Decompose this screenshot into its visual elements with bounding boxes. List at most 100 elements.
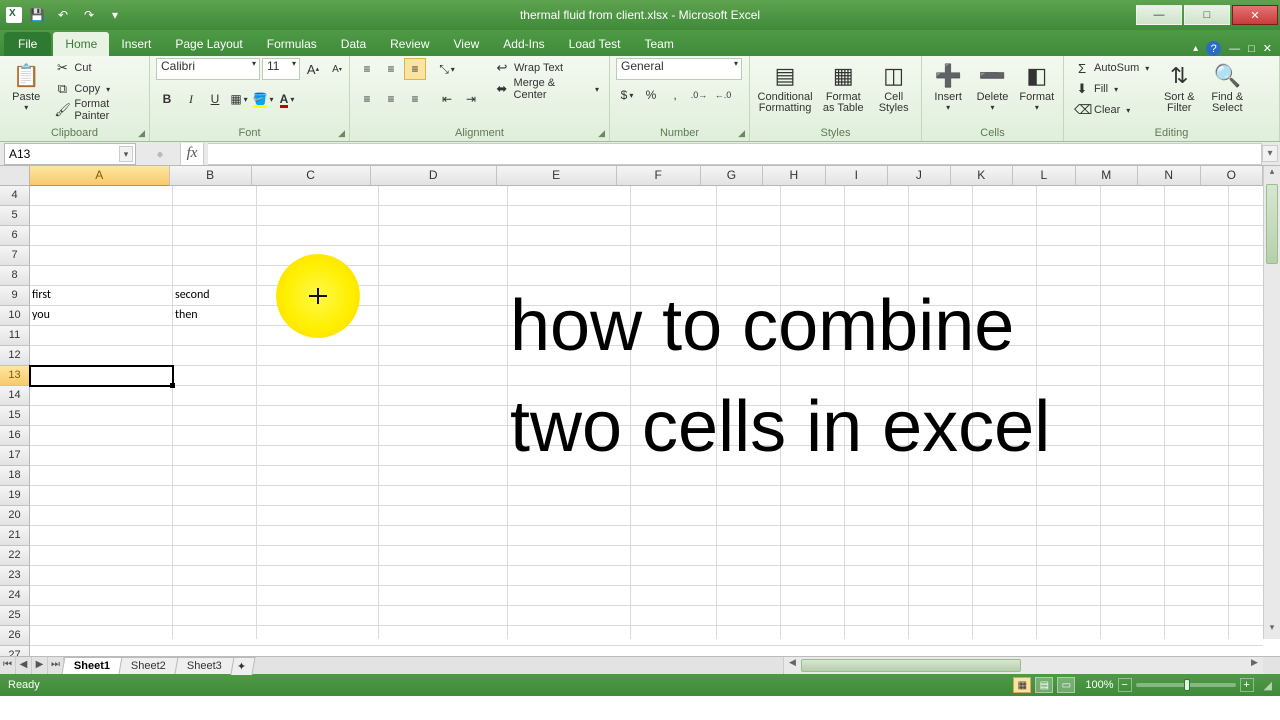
sheet-nav-first[interactable]: ⏮ bbox=[0, 657, 16, 674]
cut-button[interactable]: ✂Cut bbox=[50, 58, 143, 78]
sheet-nav-next[interactable]: ▶ bbox=[32, 657, 48, 674]
wrap-text-button[interactable]: ↩Wrap Text bbox=[490, 58, 603, 78]
row-header-17[interactable]: 17 bbox=[0, 446, 30, 466]
maximize-button[interactable]: □ bbox=[1184, 5, 1230, 25]
orientation-button[interactable]: ⤡ bbox=[436, 58, 458, 80]
sheet-tab-2[interactable]: Sheet2 bbox=[119, 657, 179, 674]
increase-decimal-button[interactable]: .0→ bbox=[688, 84, 710, 106]
format-as-table-button[interactable]: ▦Format as Table bbox=[818, 58, 868, 114]
row-header-26[interactable]: 26 bbox=[0, 626, 30, 646]
align-left-button[interactable]: ≡ bbox=[356, 88, 378, 110]
align-top-button[interactable]: ≡ bbox=[356, 58, 378, 80]
row-header-4[interactable]: 4 bbox=[0, 186, 30, 206]
resize-grip-icon[interactable]: ◢ bbox=[1264, 679, 1272, 692]
merge-center-button[interactable]: ⬌Merge & Center▾ bbox=[490, 79, 603, 99]
view-page-layout-button[interactable]: ▤ bbox=[1035, 677, 1053, 693]
zoom-in-button[interactable]: + bbox=[1240, 678, 1254, 692]
paste-button[interactable]: 📋 Paste ▾ bbox=[6, 58, 46, 112]
col-header-A[interactable]: A bbox=[30, 166, 170, 186]
col-header-N[interactable]: N bbox=[1138, 166, 1200, 186]
row-header-25[interactable]: 25 bbox=[0, 606, 30, 626]
row-header-14[interactable]: 14 bbox=[0, 386, 30, 406]
vertical-scrollbar[interactable]: ▴ ▾ bbox=[1263, 166, 1280, 639]
col-header-D[interactable]: D bbox=[371, 166, 497, 186]
italic-button[interactable]: I bbox=[180, 88, 202, 110]
autosum-button[interactable]: ΣAutoSum▾ bbox=[1070, 58, 1153, 78]
font-name-select[interactable]: Calibri▾ bbox=[156, 58, 260, 80]
number-launcher[interactable]: ◢ bbox=[738, 128, 745, 139]
formula-input[interactable] bbox=[208, 143, 1262, 165]
col-header-F[interactable]: F bbox=[617, 166, 701, 186]
qat-redo-button[interactable]: ↷ bbox=[78, 4, 100, 26]
tab-insert[interactable]: Insert bbox=[109, 32, 163, 56]
vscroll-thumb[interactable] bbox=[1266, 184, 1278, 264]
font-launcher[interactable]: ◢ bbox=[338, 128, 345, 139]
qat-save-button[interactable]: 💾 bbox=[26, 4, 48, 26]
qat-undo-button[interactable]: ↶ bbox=[52, 4, 74, 26]
sort-filter-button[interactable]: ⇅Sort & Filter bbox=[1157, 58, 1201, 114]
col-header-M[interactable]: M bbox=[1076, 166, 1138, 186]
col-header-G[interactable]: G bbox=[701, 166, 763, 186]
column-headers[interactable]: ABCDEFGHIJKLMNO bbox=[30, 166, 1263, 186]
align-right-button[interactable]: ≡ bbox=[404, 88, 426, 110]
row-header-5[interactable]: 5 bbox=[0, 206, 30, 226]
tab-load-test[interactable]: Load Test bbox=[557, 32, 633, 56]
row-header-13[interactable]: 13 bbox=[0, 366, 30, 386]
row-header-6[interactable]: 6 bbox=[0, 226, 30, 246]
find-select-button[interactable]: 🔍Find & Select bbox=[1205, 58, 1249, 114]
row-header-7[interactable]: 7 bbox=[0, 246, 30, 266]
col-header-I[interactable]: I bbox=[826, 166, 888, 186]
new-sheet-button[interactable]: ✦ bbox=[230, 657, 255, 675]
ribbon-minimize-icon[interactable]: ▴ bbox=[1193, 43, 1198, 54]
sheet-nav-buttons[interactable]: ⏮ ◀ ▶ ⏭ bbox=[0, 657, 64, 674]
zoom-slider[interactable] bbox=[1136, 683, 1236, 687]
doc-close-icon[interactable]: ✕ bbox=[1263, 42, 1272, 55]
bold-button[interactable]: B bbox=[156, 88, 178, 110]
close-button[interactable]: ✕ bbox=[1232, 5, 1278, 25]
row-header-11[interactable]: 11 bbox=[0, 326, 30, 346]
qat-customize-button[interactable]: ▾ bbox=[104, 4, 126, 26]
alignment-launcher[interactable]: ◢ bbox=[598, 128, 605, 139]
copy-button[interactable]: ⧉Copy▾ bbox=[50, 79, 143, 99]
accounting-button[interactable]: $ bbox=[616, 84, 638, 106]
font-size-select[interactable]: 11▾ bbox=[262, 58, 300, 80]
tab-formulas[interactable]: Formulas bbox=[255, 32, 329, 56]
select-all-button[interactable] bbox=[0, 166, 30, 186]
col-header-J[interactable]: J bbox=[888, 166, 950, 186]
row-header-12[interactable]: 12 bbox=[0, 346, 30, 366]
cell-A9[interactable]: first bbox=[30, 286, 173, 306]
tab-page-layout[interactable]: Page Layout bbox=[163, 32, 254, 56]
view-page-break-button[interactable]: ▭ bbox=[1057, 677, 1075, 693]
col-header-H[interactable]: H bbox=[763, 166, 825, 186]
cells-area[interactable]: firstsecondyouthenhow to combinetwo cell… bbox=[30, 186, 1263, 639]
fill-button[interactable]: ⬇Fill▾ bbox=[1070, 79, 1153, 99]
zoom-level[interactable]: 100% bbox=[1085, 679, 1113, 691]
increase-indent-button[interactable]: ⇥ bbox=[460, 88, 482, 110]
insert-cells-button[interactable]: ➕Insert▾ bbox=[928, 58, 968, 112]
col-header-K[interactable]: K bbox=[951, 166, 1013, 186]
decrease-font-button[interactable]: A▾ bbox=[326, 58, 348, 80]
sheet-tab-3[interactable]: Sheet3 bbox=[174, 657, 234, 674]
row-header-15[interactable]: 15 bbox=[0, 406, 30, 426]
clipboard-launcher[interactable]: ◢ bbox=[138, 128, 145, 139]
cell-B9[interactable]: second bbox=[173, 286, 257, 306]
fx-button[interactable]: fx bbox=[180, 143, 204, 165]
conditional-formatting-button[interactable]: ▤Conditional Formatting bbox=[756, 58, 814, 114]
format-cells-button[interactable]: ◧Format▾ bbox=[1017, 58, 1057, 112]
formula-expand-button[interactable]: ▾ bbox=[1262, 145, 1278, 162]
view-normal-button[interactable]: ▦ bbox=[1013, 677, 1031, 693]
hscroll-left[interactable]: ◀ bbox=[784, 657, 801, 674]
row-headers[interactable]: 4567891011121314151617181920212223242526… bbox=[0, 186, 30, 639]
row-header-20[interactable]: 20 bbox=[0, 506, 30, 526]
tab-file[interactable]: File bbox=[4, 32, 51, 56]
delete-cells-button[interactable]: ➖Delete▾ bbox=[972, 58, 1012, 112]
col-header-L[interactable]: L bbox=[1013, 166, 1075, 186]
fill-handle[interactable] bbox=[170, 383, 175, 388]
font-color-button[interactable]: A bbox=[276, 88, 298, 110]
comma-button[interactable]: , bbox=[664, 84, 686, 106]
cell-A10[interactable]: you bbox=[30, 306, 173, 326]
hscroll-right[interactable]: ▶ bbox=[1246, 657, 1263, 674]
tab-review[interactable]: Review bbox=[378, 32, 441, 56]
minimize-button[interactable]: — bbox=[1136, 5, 1182, 25]
row-header-24[interactable]: 24 bbox=[0, 586, 30, 606]
